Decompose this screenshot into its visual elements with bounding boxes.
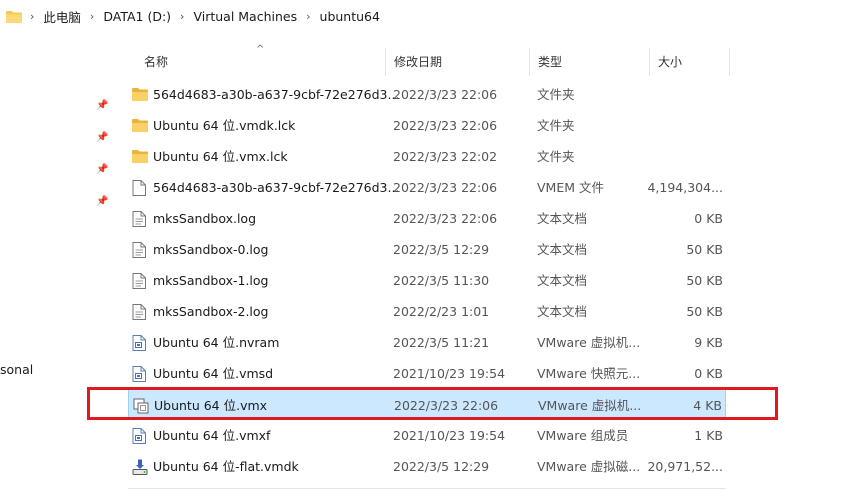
column-header-name[interactable]: 名称 [136, 48, 386, 76]
file-type: 文本文档 [537, 304, 588, 319]
file-row[interactable]: 564d4683-a30b-a637-9cbf-72e276d3... 2022/… [128, 79, 726, 110]
folder-icon [132, 87, 148, 101]
file-date: 2022/3/23 22:06 [393, 87, 498, 102]
navigation-pane: 📌 📌 📌 📌 sonal [0, 32, 118, 490]
column-header-date[interactable]: 修改日期 [386, 48, 530, 76]
file-name: Ubuntu 64 位.vmdk.lck [153, 118, 296, 133]
file-name: mksSandbox.log [153, 211, 257, 226]
file-name: Ubuntu 64 位.nvram [153, 335, 280, 350]
column-header-row: 名称 修改日期 类型 大小 [118, 48, 862, 76]
breadcrumb-drive[interactable]: DATA1 (D:) [103, 9, 171, 24]
breadcrumb-this-pc[interactable]: 此电脑 [43, 7, 81, 26]
file-type: VMware 虚拟磁... [537, 459, 641, 474]
file-type: 文件夹 [537, 118, 575, 133]
file-name: Ubuntu 64 位.vmsd [153, 366, 274, 381]
column-header-size[interactable]: 大小 [650, 48, 730, 76]
file-date: 2022/3/5 11:21 [393, 335, 490, 350]
text-file-icon [132, 304, 148, 320]
file-row[interactable]: mksSandbox-2.log 2022/2/23 1:01 文本文档 50 KB [128, 296, 726, 327]
file-row[interactable]: 564d4683-a30b-a637-9cbf-72e276d3... 2022/… [128, 172, 726, 203]
text-file-icon [132, 211, 148, 227]
file-size: 50 KB [686, 273, 723, 288]
column-header-type[interactable]: 类型 [530, 48, 650, 76]
divider [128, 488, 726, 489]
chevron-right-icon[interactable]: › [180, 10, 184, 23]
folder-icon [132, 118, 148, 132]
file-icon [132, 180, 148, 196]
chevron-right-icon[interactable]: › [90, 10, 94, 23]
file-date: 2022/3/23 22:06 [393, 211, 498, 226]
file-date: 2022/3/23 22:06 [393, 118, 498, 133]
vmware-file-icon [132, 335, 148, 351]
file-type: VMEM 文件 [537, 180, 604, 195]
file-row[interactable]: mksSandbox.log 2022/3/23 22:06 文本文档 0 KB [128, 203, 726, 234]
file-date: 2022/3/23 22:06 [393, 180, 498, 195]
file-date: 2021/10/23 19:54 [393, 366, 506, 381]
chevron-right-icon[interactable]: › [30, 10, 34, 23]
file-date: 2022/3/5 11:30 [393, 273, 490, 288]
file-row[interactable]: Ubuntu 64 位.nvram 2022/3/5 11:21 VMware 虚拟… [128, 327, 726, 358]
file-size: 4,194,304... [647, 180, 723, 195]
file-size: 20,971,52... [647, 459, 723, 474]
file-row[interactable]: Ubuntu 64 位.vmx.lck 2022/3/23 22:02 文件夹 [128, 141, 726, 172]
file-date: 2021/10/23 19:54 [393, 428, 506, 443]
file-name: 564d4683-a30b-a637-9cbf-72e276d3... [153, 87, 400, 102]
pin-icon[interactable]: 📌 [96, 164, 108, 176]
file-name: Ubuntu 64 位.vmx.lck [153, 149, 288, 164]
pin-icon[interactable]: 📌 [96, 100, 108, 112]
folder-icon [132, 149, 148, 163]
text-file-icon [132, 273, 148, 289]
file-row[interactable]: Ubuntu 64 位.vmdk.lck 2022/3/23 22:06 文件夹 [128, 110, 726, 141]
file-name: 564d4683-a30b-a637-9cbf-72e276d3... [153, 180, 400, 195]
text-file-icon [132, 242, 148, 258]
file-name: mksSandbox-1.log [153, 273, 269, 288]
breadcrumb-virtual-machines[interactable]: Virtual Machines [193, 9, 297, 24]
file-row[interactable]: Ubuntu 64 位.vmsd 2021/10/23 19:54 VMware 快… [128, 358, 726, 389]
file-date: 2022/3/23 22:02 [393, 149, 498, 164]
chevron-right-icon[interactable]: › [306, 10, 310, 23]
file-type: 文本文档 [537, 211, 588, 226]
file-row[interactable]: Ubuntu 64 位.vmxf 2021/10/23 19:54 VMware 组… [128, 420, 726, 451]
file-type: 文本文档 [537, 242, 588, 257]
folder-icon [6, 10, 22, 23]
highlight-box [87, 387, 778, 420]
pin-icon[interactable]: 📌 [96, 196, 108, 208]
file-row[interactable]: mksSandbox-1.log 2022/3/5 11:30 文本文档 50 KB [128, 265, 726, 296]
file-size: 9 KB [694, 335, 723, 350]
file-type: VMware 快照元... [537, 366, 641, 381]
file-date: 2022/2/23 1:01 [393, 304, 490, 319]
vmware-disk-icon [132, 459, 148, 475]
file-size: 1 KB [694, 428, 723, 443]
file-row[interactable]: mksSandbox-0.log 2022/3/5 12:29 文本文档 50 KB [128, 234, 726, 265]
pin-icon[interactable]: 📌 [96, 132, 108, 144]
file-size: 50 KB [686, 304, 723, 319]
file-name: Ubuntu 64 位.vmxf [153, 428, 271, 443]
file-type: VMware 虚拟机... [537, 335, 641, 350]
file-size: 0 KB [694, 211, 723, 226]
file-date: 2022/3/5 12:29 [393, 459, 490, 474]
vmware-file-icon [132, 366, 148, 382]
file-name: Ubuntu 64 位-flat.vmdk [153, 459, 299, 474]
file-type: 文件夹 [537, 149, 575, 164]
file-type: 文本文档 [537, 273, 588, 288]
file-size: 0 KB [694, 366, 723, 381]
address-bar[interactable]: › 此电脑 › DATA1 (D:) › Virtual Machines › … [0, 0, 862, 32]
file-date: 2022/3/5 12:29 [393, 242, 490, 257]
file-name: mksSandbox-2.log [153, 304, 269, 319]
nav-item-label[interactable]: sonal [0, 362, 33, 377]
vmware-file-icon [132, 428, 148, 444]
file-size: 50 KB [686, 242, 723, 257]
breadcrumb-ubuntu64[interactable]: ubuntu64 [320, 9, 380, 24]
file-type: 文件夹 [537, 87, 575, 102]
file-row[interactable]: Ubuntu 64 位-flat.vmdk 2022/3/5 12:29 VMwar… [128, 451, 726, 482]
file-name: mksSandbox-0.log [153, 242, 269, 257]
file-type: VMware 组成员 [537, 428, 629, 443]
